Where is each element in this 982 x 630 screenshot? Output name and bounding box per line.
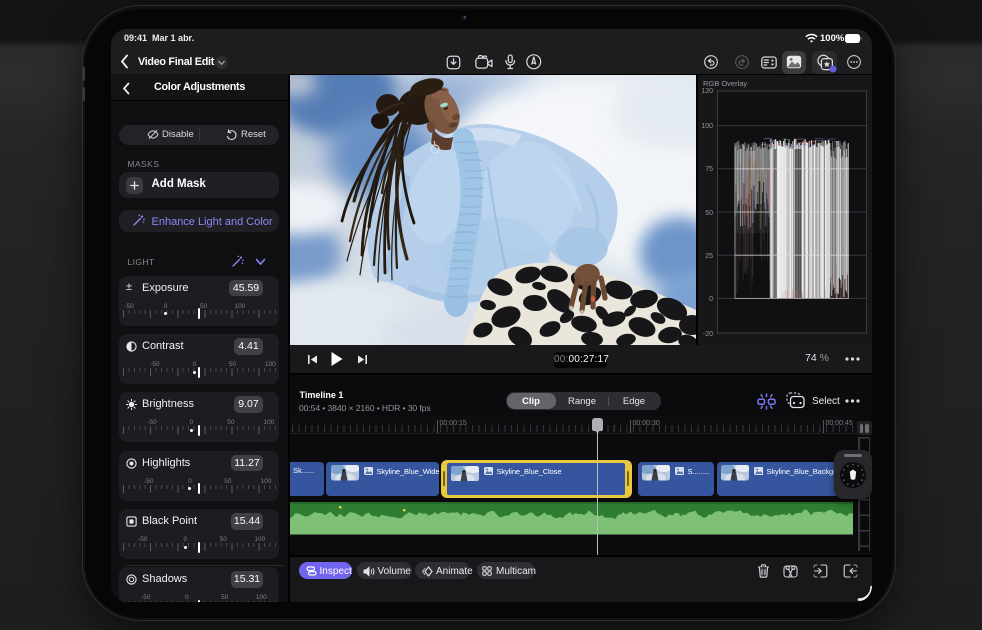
svg-text:100: 100 (701, 123, 713, 130)
svg-text:120: 120 (701, 88, 713, 95)
svg-text:25: 25 (705, 253, 713, 260)
svg-text:-20: -20 (703, 331, 713, 338)
svg-text:0: 0 (709, 296, 713, 303)
svg-text:50: 50 (705, 210, 713, 217)
svg-text:75: 75 (705, 166, 713, 173)
